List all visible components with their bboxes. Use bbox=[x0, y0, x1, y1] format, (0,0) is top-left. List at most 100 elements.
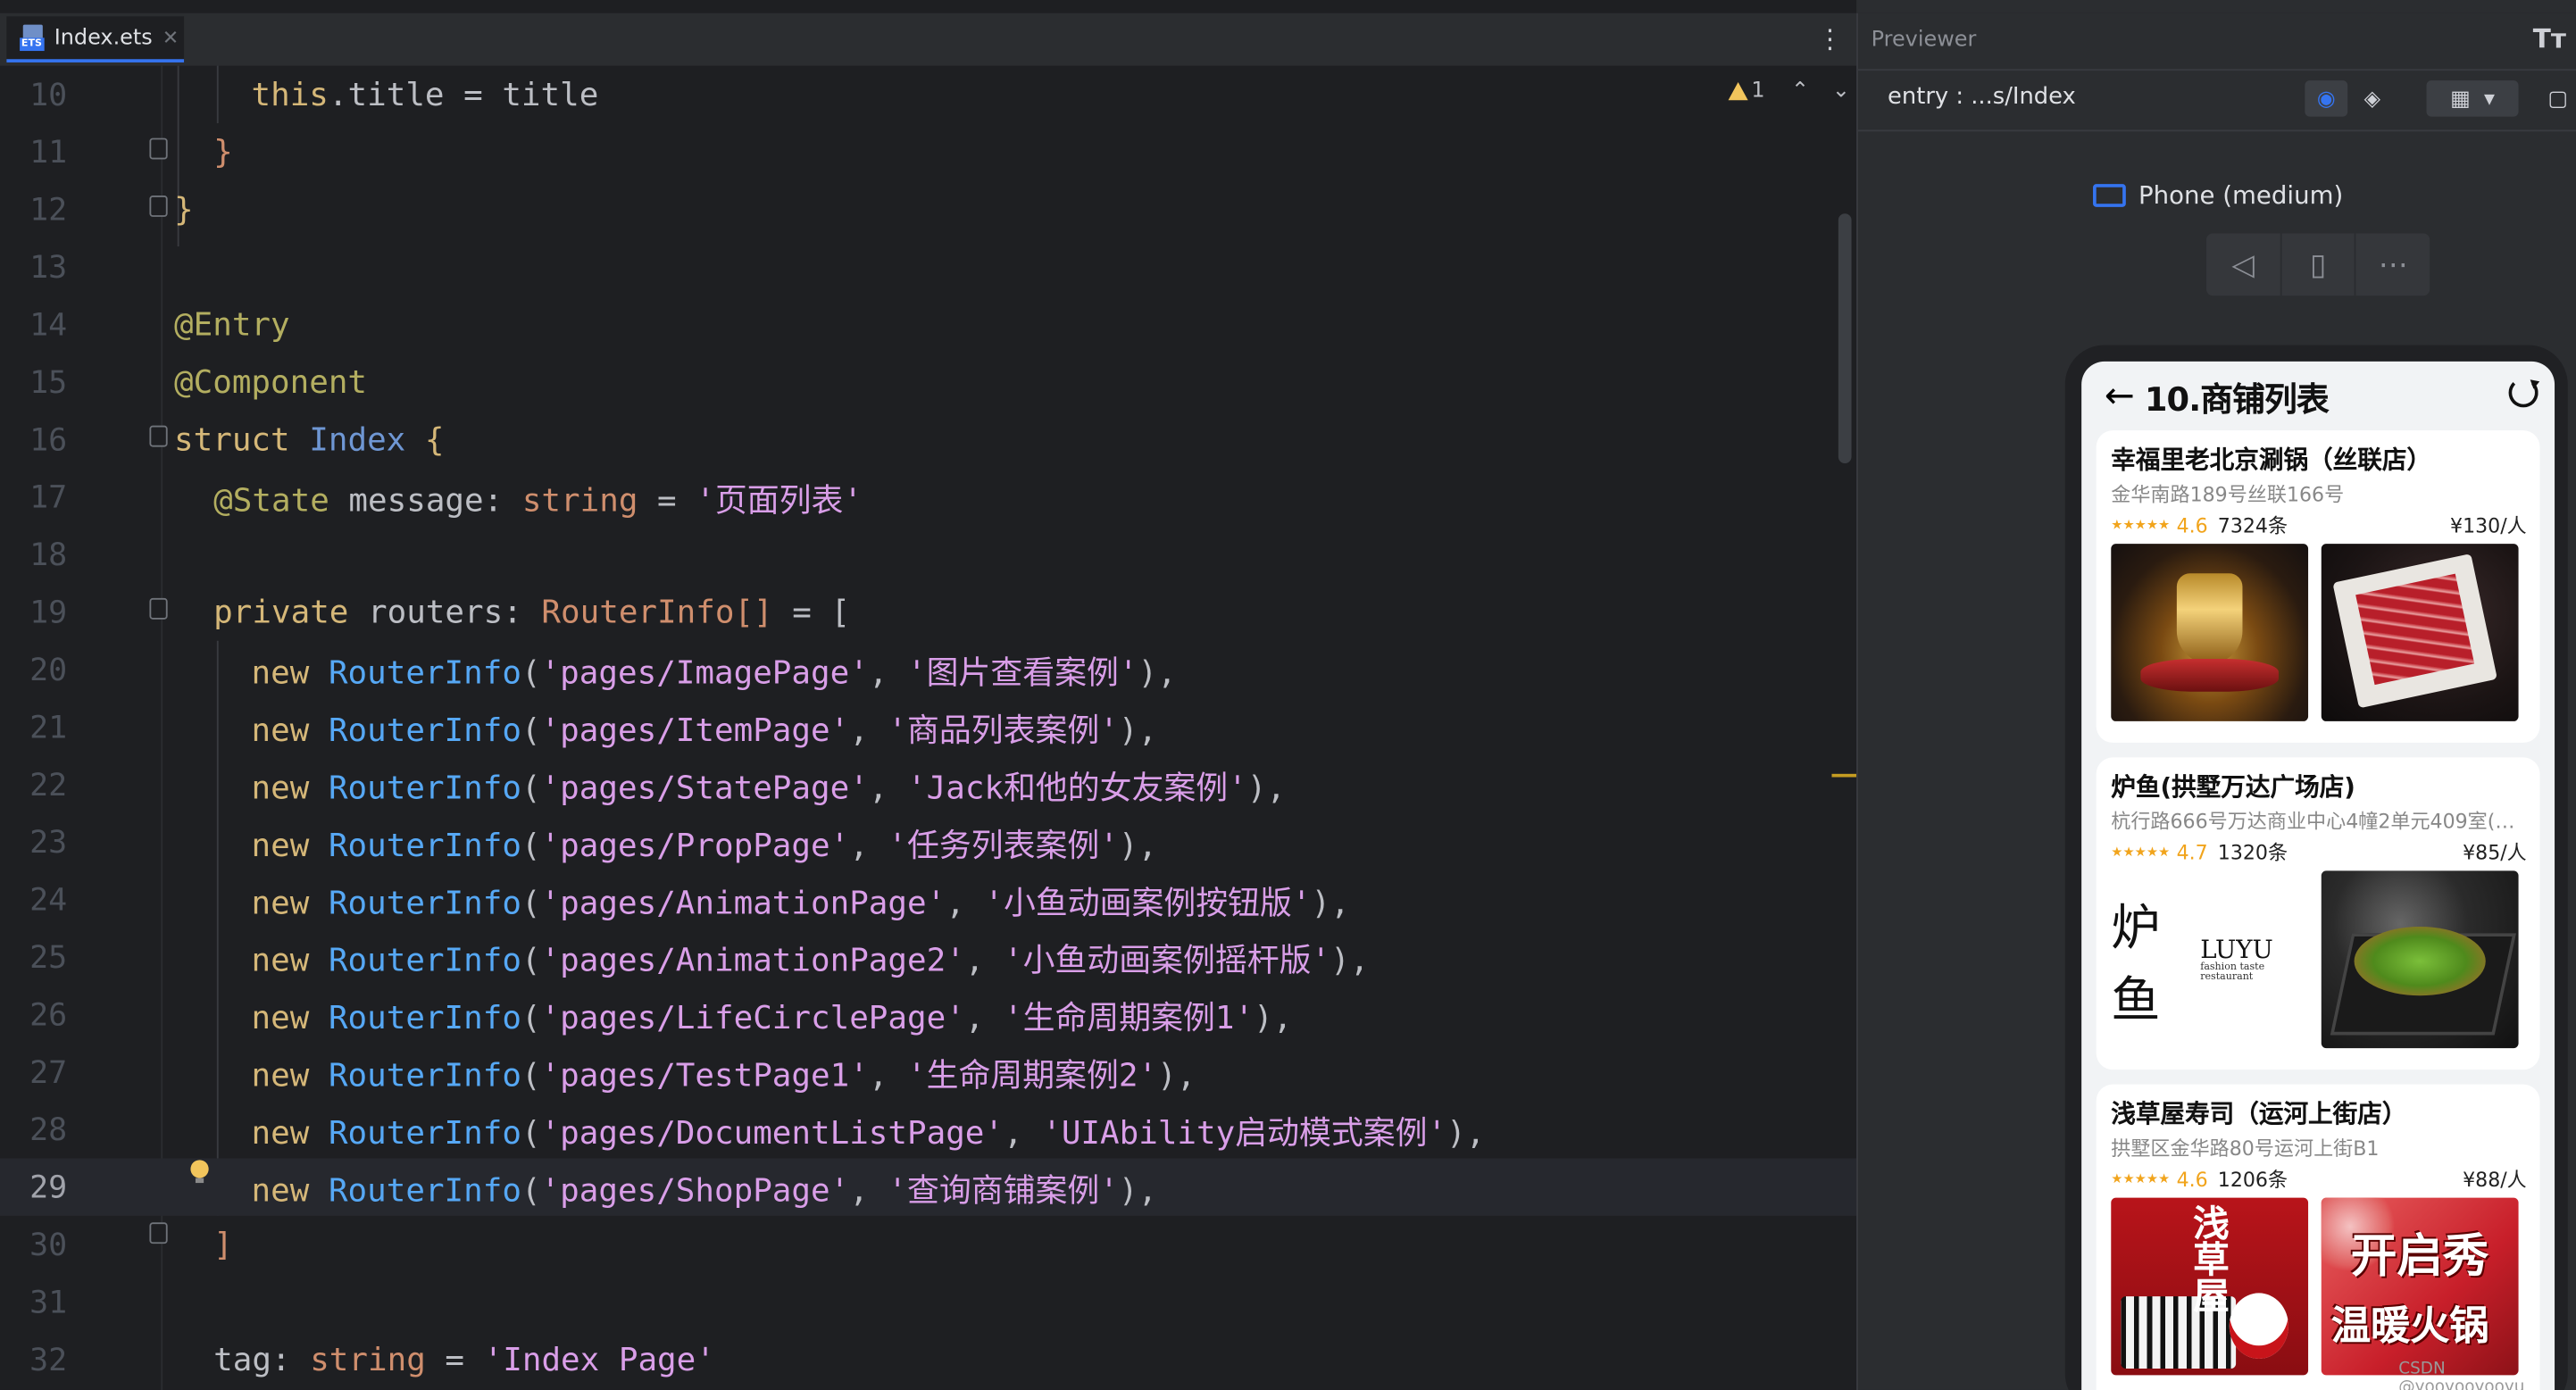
route-path: 'pages/ItemPage' bbox=[540, 711, 850, 750]
shop-logo[interactable]: 炉鱼 LUYU fashion taste restaurant bbox=[2111, 870, 2309, 1049]
inspector-icon[interactable]: ◉ bbox=[2305, 80, 2348, 117]
device-name: Phone (medium) bbox=[2138, 180, 2344, 211]
line-number: 29 bbox=[29, 1169, 68, 1205]
route-label: '小鱼动画案例按钮版' bbox=[984, 884, 1312, 922]
code-text: = bbox=[425, 1340, 484, 1379]
rating-score: 4.6 bbox=[2176, 1167, 2208, 1191]
more-horizontal-icon[interactable]: ⋯ bbox=[2355, 233, 2430, 296]
fold-marker-icon[interactable] bbox=[149, 425, 168, 447]
fold-marker-icon[interactable] bbox=[149, 597, 168, 620]
code-line: 12 } bbox=[0, 180, 1856, 237]
route-path: 'pages/StatePage' bbox=[540, 769, 869, 807]
vertical-scrollbar[interactable] bbox=[1838, 213, 1852, 463]
route-label: '查询商铺案例' bbox=[888, 1171, 1119, 1210]
fold-marker-icon[interactable] bbox=[149, 137, 168, 160]
line-number: 32 bbox=[29, 1341, 68, 1378]
phone-screen[interactable]: ← 10.商铺列表 幸福里老北京涮锅（丝联店） 金华南路189号丝联166号 ★… bbox=[2081, 361, 2555, 1390]
shop-photo[interactable]: 开启秀 温暖火锅 bbox=[2321, 1197, 2519, 1376]
entry-path[interactable]: entry : ...s/Index bbox=[1888, 84, 2076, 110]
back-arrow-icon[interactable]: ← bbox=[2105, 376, 2135, 417]
logo-chinese: 炉鱼 bbox=[2111, 900, 2160, 1030]
code-editor[interactable]: ETS Index.ets ✕ ⋮ 10 this.title = title … bbox=[0, 0, 1857, 1390]
route-label: '生命周期案例1' bbox=[1004, 998, 1255, 1037]
code-line: 24 new RouterInfo('pages/AnimationPage', … bbox=[29, 881, 1350, 922]
route-path: 'pages/LifeCirclePage' bbox=[540, 998, 965, 1037]
logo-tagline: fashion taste restaurant bbox=[2200, 960, 2265, 982]
close-icon[interactable]: ✕ bbox=[163, 26, 179, 49]
inspection-widget[interactable]: 1 ⌃ ⌄ bbox=[1728, 79, 1850, 104]
layers-icon[interactable]: ◈ bbox=[2351, 80, 2394, 116]
chevron-up-icon[interactable]: ⌃ bbox=[1791, 79, 1809, 104]
struct-name: Index bbox=[309, 420, 406, 459]
shop-card[interactable]: 炉鱼(拱墅万达广场店) 杭行路666号万达商业中心4幢2单元409室(铺... … bbox=[2096, 757, 2540, 1070]
shop-card[interactable]: 幸福里老北京涮锅（丝联店） 金华南路189号丝联166号 ★★★★★ 4.6 7… bbox=[2096, 430, 2540, 743]
route-label: '生命周期案例2' bbox=[907, 1056, 1158, 1095]
chevron-down-icon: ▾ bbox=[2483, 86, 2495, 112]
type-name: string bbox=[521, 481, 638, 520]
device-selector[interactable]: Phone (medium) bbox=[1858, 180, 2576, 211]
fold-marker-icon[interactable] bbox=[149, 196, 168, 217]
line-number: 19 bbox=[29, 594, 68, 630]
grid-icon: ▦ bbox=[2450, 86, 2471, 112]
shop-photo[interactable] bbox=[2321, 870, 2519, 1049]
line-number: 13 bbox=[29, 248, 68, 286]
shop-photo[interactable] bbox=[2111, 544, 2309, 721]
review-count: 7324条 bbox=[2217, 514, 2288, 537]
multi-device-dropdown[interactable]: ▦ ▾ bbox=[2426, 80, 2519, 117]
rotate-device-icon[interactable]: ▯ bbox=[2280, 233, 2355, 296]
code-text: routers: bbox=[348, 593, 542, 631]
expand-icon[interactable]: ▢ bbox=[2541, 80, 2574, 116]
code-line: 13 bbox=[0, 238, 1856, 295]
error-stripe-marker[interactable] bbox=[1831, 773, 1857, 778]
route-path: 'pages/DocumentListPage' bbox=[540, 1113, 1005, 1153]
line-number: 24 bbox=[29, 881, 68, 918]
line-number: 23 bbox=[29, 823, 68, 861]
code-text: } bbox=[213, 133, 233, 171]
shop-photo[interactable] bbox=[2321, 544, 2519, 721]
rating-score: 4.6 bbox=[2176, 513, 2208, 537]
line-number: 30 bbox=[29, 1226, 68, 1263]
more-vertical-icon[interactable]: ⋮ bbox=[1817, 23, 1843, 54]
code-line: 18 bbox=[0, 526, 1856, 583]
line-number: 26 bbox=[29, 996, 68, 1033]
chevron-down-icon[interactable]: ⌄ bbox=[1832, 79, 1850, 104]
lightbulb-icon[interactable] bbox=[190, 1160, 209, 1184]
line-number: 18 bbox=[29, 536, 68, 573]
code-line: 16 struct Index { bbox=[0, 411, 1856, 468]
new-keyword: new bbox=[251, 826, 310, 865]
rating-row: ★★★★★ 4.7 1320条 ¥85/人 bbox=[2111, 838, 2526, 866]
route-path: 'pages/TestPage1' bbox=[540, 1056, 869, 1095]
refresh-icon[interactable] bbox=[2508, 378, 2538, 408]
code-line: 28 new RouterInfo('pages/DocumentListPage… bbox=[29, 1111, 1486, 1153]
code-text: ] bbox=[213, 1225, 233, 1264]
constructor-name: RouterInfo bbox=[328, 826, 521, 865]
line-number: 22 bbox=[29, 766, 68, 803]
code-line: 19 private routers: RouterInfo[] = [ bbox=[0, 583, 1856, 640]
back-triangle-icon[interactable]: ◁ bbox=[2206, 233, 2280, 295]
shop-name: 幸福里老北京涮锅（丝联店） bbox=[2111, 445, 2432, 475]
constructor-name: RouterInfo bbox=[328, 998, 521, 1037]
code-line: 15 @Component bbox=[0, 354, 1856, 411]
previewer-title: Previewer bbox=[1871, 28, 1977, 53]
star-rating: ★★★★★ bbox=[2111, 517, 2171, 533]
route-label: 'UIAbility启动模式案例' bbox=[1042, 1113, 1447, 1153]
string-literal: 'Index Page' bbox=[483, 1340, 715, 1379]
shop-card[interactable]: 浅草屋寿司（运河上街店） 拱墅区金华路80号运河上街B1 ★★★★★ 4.6 1… bbox=[2096, 1084, 2540, 1390]
app-title: 10.商铺列表 bbox=[2144, 379, 2330, 419]
brace: { bbox=[424, 420, 445, 459]
route-label: '小鱼动画案例摇杆版' bbox=[1004, 941, 1331, 979]
line-number: 10 bbox=[29, 76, 68, 113]
fold-marker-icon[interactable] bbox=[149, 1222, 168, 1244]
new-keyword: new bbox=[251, 941, 310, 979]
new-keyword: new bbox=[251, 711, 310, 750]
font-size-icon[interactable]: Tт bbox=[2533, 23, 2566, 54]
shop-photo[interactable]: 浅草屋 bbox=[2111, 1197, 2309, 1376]
code-area[interactable]: 10 this.title = title 11 } 12 } 13 14 @E… bbox=[0, 65, 1857, 1390]
code-line: 31 bbox=[0, 1273, 1856, 1330]
type-name: string bbox=[310, 1340, 426, 1379]
constructor-name: RouterInfo bbox=[328, 1113, 521, 1153]
decorator: @Entry bbox=[174, 305, 290, 344]
photo-sign-text: 温暖火锅 bbox=[2330, 1301, 2489, 1349]
route-label: '任务列表案例' bbox=[888, 826, 1119, 865]
tab-index-ets[interactable]: ETS Index.ets ✕ bbox=[6, 16, 185, 62]
